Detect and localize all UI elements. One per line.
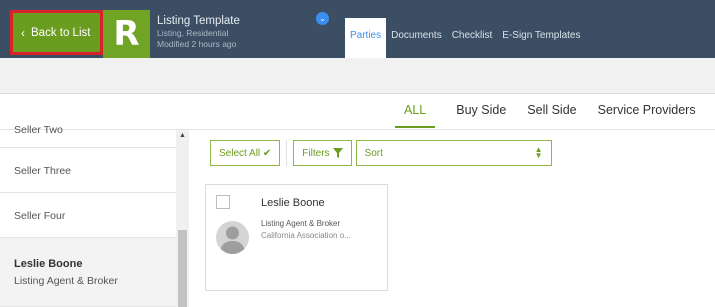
tab-esign-templates[interactable]: E-Sign Templates (497, 18, 585, 58)
avatar (216, 221, 249, 254)
tab-documents[interactable]: Documents (386, 18, 447, 58)
toolbar-divider (286, 140, 288, 166)
filter-icon (332, 148, 343, 158)
party-organization: California Association o... (261, 231, 351, 240)
party-checkbox[interactable] (216, 195, 230, 209)
sidebar-item-seller-two[interactable]: Seller Two (0, 124, 176, 148)
tab-checklist[interactable]: Checklist (447, 18, 498, 58)
scroll-thumb[interactable] (178, 230, 187, 307)
sidebar-item-seller-four[interactable]: Seller Four (0, 193, 176, 238)
party-card[interactable]: Leslie Boone Listing Agent & Broker Cali… (205, 184, 388, 291)
select-all-button[interactable]: Select All ✔ (210, 140, 281, 166)
template-logo: R (103, 10, 150, 58)
sidebar-item-seller-three[interactable]: Seller Three (0, 148, 176, 193)
filters-label: Filters (302, 147, 330, 159)
sidebar-item-role: Listing Agent & Broker (14, 275, 118, 287)
scroll-up-arrow-icon[interactable]: ▲ (176, 132, 189, 139)
sort-updown-icon: ▲ ▼ (534, 145, 543, 160)
template-title: Listing Template (157, 15, 240, 27)
tab-parties[interactable]: Parties (345, 18, 387, 58)
sidebar-item-leslie-boone[interactable]: Leslie Boone Listing Agent & Broker (0, 238, 176, 307)
sidebar-item-label: Seller Three (14, 165, 72, 177)
filter-tab-sell-side[interactable]: Sell Side (527, 100, 576, 128)
filter-tab-buy-side[interactable]: Buy Side (456, 100, 506, 128)
party-name: Leslie Boone (261, 197, 325, 209)
sidebar-item-label: Seller Two (14, 124, 63, 136)
sidebar-item-label: Seller Four (14, 210, 66, 222)
back-to-list-label: Back to List (31, 26, 91, 39)
sub-toolbar (0, 58, 715, 94)
template-type: Listing, Residential (157, 28, 229, 38)
chevron-left-icon: ‹ (21, 25, 25, 40)
filter-tab-service-providers[interactable]: Service Providers (598, 100, 696, 128)
party-filter-tabs: ALL Buy Side Sell Side Service Providers (395, 100, 696, 130)
party-role: Listing Agent & Broker (261, 219, 341, 228)
template-modified: Modified 2 hours ago (157, 39, 237, 49)
filters-button[interactable]: Filters (293, 140, 352, 166)
back-to-list-button[interactable]: ‹ Back to List (10, 10, 103, 55)
sort-label: Sort (364, 147, 383, 159)
parties-sidebar: Seller Two Seller Three Seller Four Lesl… (0, 124, 176, 307)
template-info: Listing Template Listing, Residential Mo… (157, 15, 240, 49)
parties-toolbar: Select All ✔ Filters Sort ▲ ▼ (210, 140, 552, 166)
sidebar-scrollbar[interactable]: ▲ (176, 130, 189, 307)
main-tabs: Parties Documents Checklist E-Sign Templ… (345, 18, 585, 58)
sort-select[interactable]: Sort ▲ ▼ (355, 140, 552, 166)
sidebar-item-label: Leslie Boone (14, 258, 83, 270)
template-dropdown-icon[interactable]: ⌄ (316, 12, 329, 25)
user-silhouette-icon (220, 226, 245, 254)
top-header: ‹ Back to List R Listing Template Listin… (0, 0, 715, 58)
filter-tab-all[interactable]: ALL (395, 100, 436, 128)
